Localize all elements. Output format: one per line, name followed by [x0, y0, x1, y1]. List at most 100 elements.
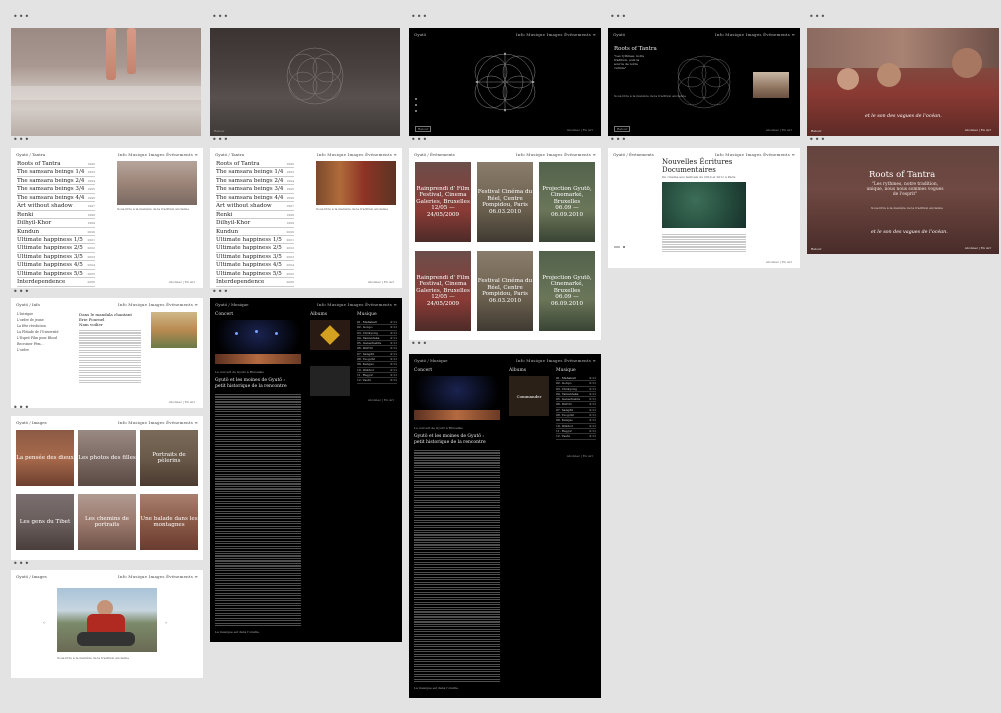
artboard-menu-dots[interactable]: ••• — [610, 136, 630, 146]
artboard-menu-dots[interactable]: ••• — [212, 288, 232, 298]
info-nav-item[interactable]: L'Intrigue — [17, 312, 73, 316]
gallery-tile[interactable]: Les gens du Tibet — [16, 494, 74, 550]
event-card[interactable]: Rainprendi d' Film Festival, Cinema Gale… — [415, 251, 471, 331]
film-list-item[interactable]: Interdependence 2006 — [17, 278, 95, 287]
film-list-item[interactable]: The samsara beings 1/4 1993 — [17, 168, 95, 177]
event-card[interactable]: Festival Cinéma du Réel, Centre Pompidou… — [477, 162, 533, 242]
film-list-item[interactable]: Ultimate happiness 3/5 2003 — [216, 253, 294, 262]
event-card[interactable]: Festival Cinéma du Réel, Centre Pompidou… — [477, 251, 533, 331]
footer-links[interactable]: Abonnez | En Avr — [169, 280, 195, 284]
mandala-icon[interactable] — [409, 28, 601, 136]
film-list-item[interactable]: Dilhyil-Khor 1999 — [216, 219, 294, 228]
film-list-item[interactable]: Roots of Tantra 1990 — [17, 160, 95, 169]
artboard-image-viewer[interactable]: Gyutö / Images Info Musique Images Événe… — [11, 570, 203, 678]
gallery-tile[interactable]: Une balade dans les montagnes — [140, 494, 198, 550]
main-nav[interactable]: Info Musique Images Événements ≡ — [317, 152, 397, 160]
footer-links[interactable]: Abonnez | En Avr — [766, 260, 792, 264]
artboard-evenements[interactable]: Gyutö / Événements Info Musique Images É… — [409, 148, 601, 340]
artboard-menu-dots[interactable]: ••• — [13, 560, 33, 570]
artboard-musique[interactable]: Gyutö / Musique Info Musique Images Évén… — [210, 298, 402, 642]
event-card[interactable]: Projection Gyutö, Cinemarké, Bruxelles 06… — [539, 251, 595, 331]
film-list-item[interactable]: Ultimate happiness 3/5 2003 — [17, 253, 95, 262]
artboard-menu-dots[interactable]: ••• — [13, 288, 33, 298]
film-thumbnail[interactable] — [753, 72, 789, 98]
corner-caption[interactable]: Retour — [214, 129, 224, 133]
event-image[interactable] — [662, 182, 746, 228]
commander-button[interactable]: Commander — [509, 376, 549, 416]
film-list-item[interactable]: Ultimate happiness 1/5 2001 — [17, 236, 95, 245]
info-nav-item[interactable]: La Pléiade de l'Université — [17, 330, 73, 334]
film-list-item[interactable]: Ultimate happiness 4/5 2004 — [216, 261, 294, 270]
track-item[interactable]: 12. Tashi 2:11 — [357, 378, 397, 384]
brand-logo[interactable]: Gyutö / Tantra — [215, 152, 244, 160]
film-list-item[interactable]: Ultimate happiness 5/5 2005 — [17, 270, 95, 279]
film-list-item[interactable]: Ultimate happiness 2/5 2002 — [216, 244, 294, 253]
artboard-images[interactable]: Gyutö / Images Info Musique Images Événe… — [11, 416, 203, 560]
film-list-item[interactable]: Renki 1998 — [17, 211, 95, 220]
artboard-roots-intro[interactable]: Gyutö Info Musique Images Événements ≡ R… — [608, 28, 800, 136]
brand-logo[interactable]: Gyutö / Images — [16, 574, 47, 582]
artboard-intro-beach[interactable] — [11, 28, 201, 136]
artboard-roots-hero[interactable]: Roots of Tantra "Les rythmes, notre trad… — [807, 146, 999, 254]
brand-logo[interactable]: Gyutö / Images — [16, 420, 47, 428]
main-nav[interactable]: Info Musique Images Événements ≡ — [118, 152, 198, 160]
artboard-tantra-list-a[interactable]: Gyutö / Tantra Info Musique Images Événe… — [11, 148, 203, 288]
event-card[interactable]: Projection Gyutö, Cinemarké, Bruxelles 06… — [539, 162, 595, 242]
artboard-tantra-list-b[interactable]: Gyutö / Tantra Info Musique Images Événe… — [210, 148, 402, 288]
artboard-menu-dots[interactable]: ••• — [411, 340, 431, 350]
footer-links[interactable]: Abonnez | En Avr — [965, 128, 991, 132]
album-cover[interactable] — [310, 366, 350, 396]
film-list-item[interactable]: Art without shadow 1997 — [17, 202, 95, 211]
info-nav-item[interactable]: L'Esprit Film pour Blood — [17, 336, 73, 340]
info-nav-item[interactable]: Recroiser Fém... — [17, 342, 73, 346]
film-list-item[interactable]: The samsara beings 2/4 1994 — [216, 177, 294, 186]
info-nav-item[interactable]: L'ordre de jeune — [17, 318, 73, 322]
brand-logo[interactable]: Gyutö / Musique — [215, 302, 248, 310]
artboard-info[interactable]: Gyutö / Info Info Musique Images Événeme… — [11, 298, 203, 408]
film-list-item[interactable]: The samsara beings 3/4 1995 — [17, 185, 95, 194]
artboard-menu-dots[interactable]: ••• — [610, 13, 630, 23]
main-nav[interactable]: Info Musique Images Événements ≡ — [516, 358, 596, 366]
film-list-item[interactable]: Ultimate happiness 1/5 2001 — [216, 236, 294, 245]
concert-photo[interactable] — [215, 320, 301, 368]
event-card[interactable]: Rainprendi d' Film Festival, Cinema Gale… — [415, 162, 471, 242]
film-list-item[interactable]: The samsara beings 4/4 1996 — [17, 194, 95, 203]
film-list-item[interactable]: Renki 1998 — [216, 211, 294, 220]
concert-photo[interactable] — [414, 376, 500, 424]
artboard-menu-dots[interactable]: ••• — [809, 13, 829, 23]
main-nav[interactable]: Info Musique Images Événements ≡ — [118, 420, 198, 428]
artboard-menu-dots[interactable]: ••• — [13, 404, 33, 414]
film-list-item[interactable]: Interdependence 2006 — [216, 278, 294, 287]
main-nav[interactable]: Info Musique Images Événements ≡ — [118, 574, 198, 582]
film-list-item[interactable]: The samsara beings 3/4 1995 — [216, 185, 294, 194]
gallery-tile[interactable]: Les chemins de portraits — [78, 494, 136, 550]
prev-arrow-icon[interactable]: ‹ — [43, 620, 45, 626]
gallery-tile[interactable]: La pensée des dieux — [16, 430, 74, 486]
footer-links[interactable]: Abonnez | En Avr — [965, 246, 991, 250]
gallery-tile[interactable]: Les photos des filles — [78, 430, 136, 486]
viewer-photo[interactable] — [57, 588, 157, 652]
film-still[interactable] — [117, 161, 197, 205]
back-tag[interactable]: Retour — [415, 126, 432, 132]
film-list-item[interactable]: Art without shadow 1997 — [216, 202, 294, 211]
footer-links[interactable]: Abonnez | En Avr — [368, 398, 394, 402]
main-nav[interactable]: Info Musique Images Événements ≡ — [317, 302, 397, 310]
film-list-item[interactable]: Dilhyil-Khor 1999 — [17, 219, 95, 228]
brand-logo[interactable]: Gyutö / Tantra — [16, 152, 45, 160]
info-nav-item[interactable]: La fête révolution — [17, 324, 73, 328]
next-arrow-icon[interactable]: › — [165, 620, 167, 626]
artboard-menu-dots[interactable]: ••• — [411, 13, 431, 23]
film-list-item[interactable]: Kundun 2000 — [17, 228, 95, 236]
film-list-item[interactable]: The samsara beings 1/4 1993 — [216, 168, 294, 177]
artboard-monks-photo[interactable]: et le son des vagues de l'océan. Retour … — [807, 28, 999, 136]
film-list-item[interactable]: Roots of Tantra 1990 — [216, 160, 294, 169]
artboard-musique-commander[interactable]: Gyutö / Musique Info Musique Images Évén… — [409, 354, 601, 698]
side-pager[interactable] — [415, 98, 417, 120]
footer-links[interactable]: Abonnez | En Avr — [368, 280, 394, 284]
artboard-evenement-detail[interactable]: Gyutö / Événements Info Musique Images É… — [608, 148, 800, 268]
film-list-item[interactable]: Ultimate happiness 5/5 2005 — [216, 270, 294, 279]
back-tag[interactable]: Retour — [811, 129, 821, 133]
main-nav[interactable]: Info Musique Images Événements ≡ — [516, 152, 596, 160]
film-list-item[interactable]: The samsara beings 4/4 1996 — [216, 194, 294, 203]
footer-links[interactable]: Abonnez | En Avr — [766, 128, 792, 132]
